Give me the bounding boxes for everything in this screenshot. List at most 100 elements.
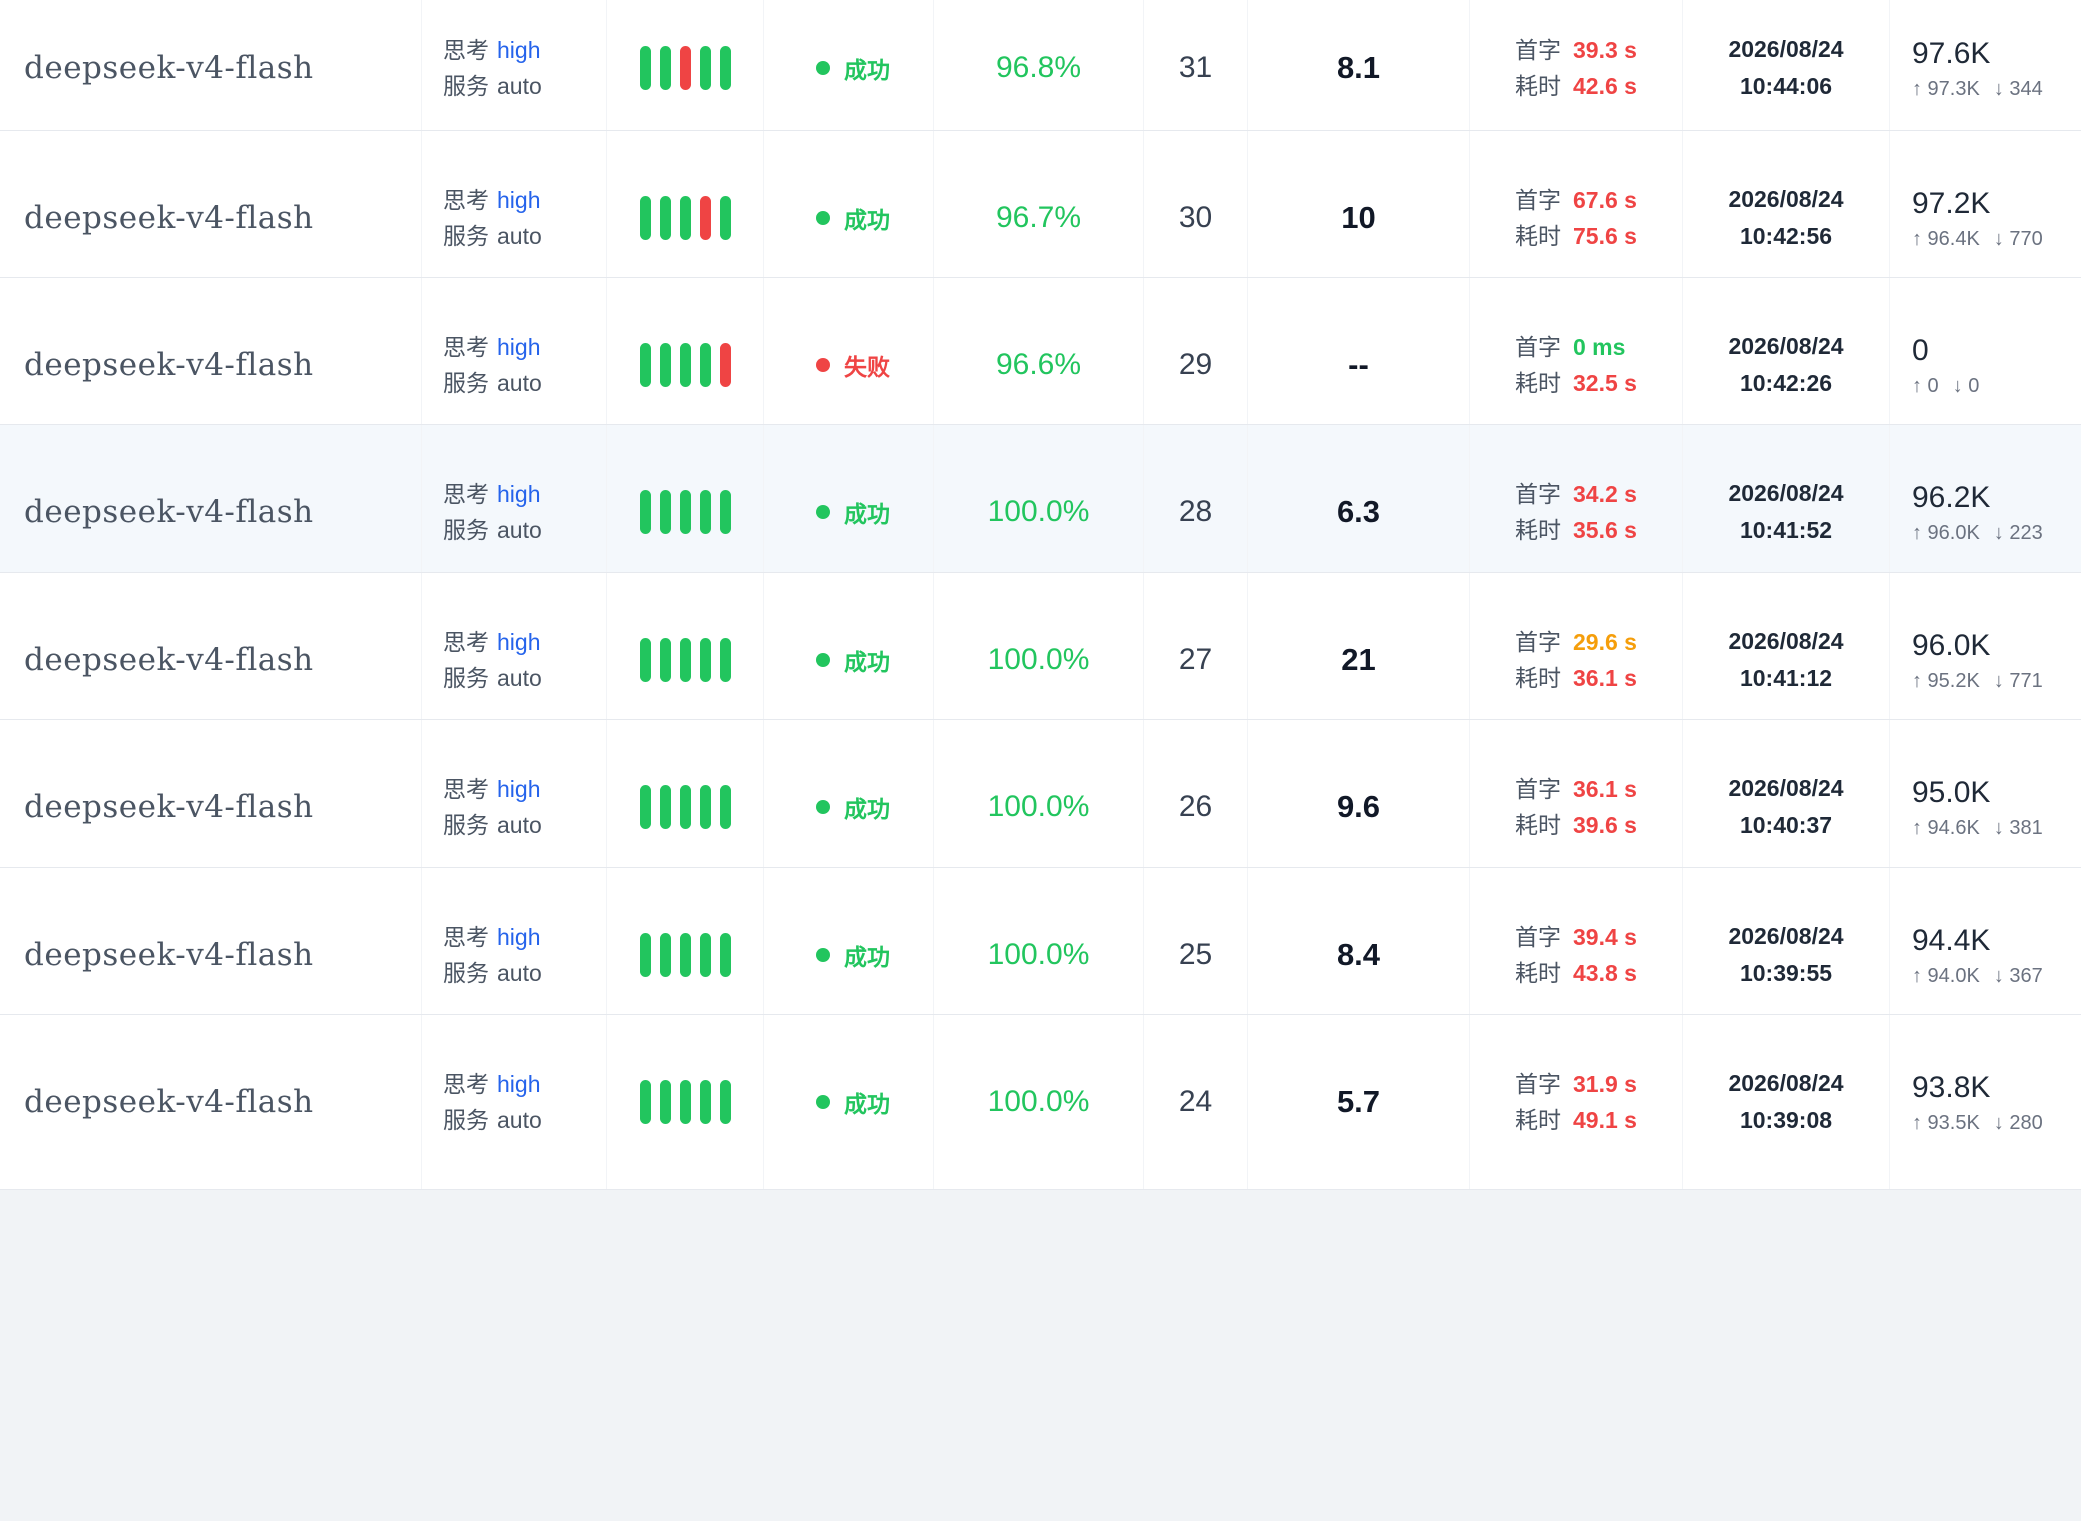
status-dot-icon xyxy=(816,948,830,962)
history-bar xyxy=(639,933,651,977)
history-bar xyxy=(659,638,671,682)
run-number: 24 xyxy=(1178,1085,1213,1118)
service-value: auto xyxy=(497,222,542,249)
status-dot-icon xyxy=(816,358,830,372)
history-bar xyxy=(639,490,651,534)
status-text: 成功 xyxy=(844,796,890,822)
score-value: 5.7 xyxy=(1336,1084,1381,1119)
status-badge: 成功 xyxy=(816,495,890,529)
history-bars xyxy=(639,490,731,534)
history-bar xyxy=(699,933,711,977)
duration-value: 39.6 s xyxy=(1573,811,1637,838)
think-label: 思考 xyxy=(443,628,489,655)
duration-label: 耗时 xyxy=(1515,222,1561,249)
table-row[interactable]: deepseek-v4-flash 思考 high 服务 auto 成功 100.0… xyxy=(0,1014,2081,1190)
time-value: 10:42:56 xyxy=(1739,223,1833,249)
status-dot-icon xyxy=(816,211,830,225)
duration-label: 耗时 xyxy=(1515,811,1561,838)
duration-value: 42.6 s xyxy=(1573,72,1637,99)
history-bar xyxy=(679,343,691,387)
status-text: 失败 xyxy=(844,354,890,380)
model-name: deepseek-v4-flash xyxy=(24,347,314,383)
status-text: 成功 xyxy=(844,944,890,970)
tokens-in: ↑ 95.2K xyxy=(1912,669,1980,692)
history-bar xyxy=(639,638,651,682)
model-name: deepseek-v4-flash xyxy=(24,50,314,86)
history-bar xyxy=(719,638,731,682)
success-rate: 96.7% xyxy=(995,201,1082,234)
tokens-out: ↓ 223 xyxy=(1993,521,2043,544)
history-bar xyxy=(659,785,671,829)
first-token-label: 首字 xyxy=(1515,333,1561,360)
history-bar xyxy=(719,46,731,90)
time-value: 10:40:37 xyxy=(1739,812,1833,838)
history-bar xyxy=(659,46,671,90)
tokens-total: 93.8K xyxy=(1912,1070,1991,1104)
tokens-in: ↑ 94.0K xyxy=(1912,964,1980,987)
status-dot-icon xyxy=(816,800,830,814)
status-badge: 成功 xyxy=(816,790,890,824)
date-value: 2026/08/24 xyxy=(1728,775,1844,801)
first-token-label: 首字 xyxy=(1515,1070,1561,1097)
service-value: auto xyxy=(497,72,542,99)
status-badge: 失败 xyxy=(816,348,890,382)
tokens-out: ↓ 0 xyxy=(1952,374,1980,397)
think-value: high xyxy=(497,333,541,360)
history-bars xyxy=(639,343,731,387)
history-bar xyxy=(699,490,711,534)
success-rate: 100.0% xyxy=(987,790,1090,823)
date-value: 2026/08/24 xyxy=(1728,628,1844,654)
service-value: auto xyxy=(497,959,542,986)
history-bar xyxy=(719,933,731,977)
history-bars xyxy=(639,933,731,977)
history-cell xyxy=(607,1015,764,1189)
status-text: 成功 xyxy=(844,649,890,675)
status-cell: 成功 xyxy=(764,1015,934,1189)
service-label: 服务 xyxy=(443,369,489,396)
history-bar xyxy=(639,343,651,387)
model-name: deepseek-v4-flash xyxy=(24,1084,314,1120)
history-bar xyxy=(659,1080,671,1124)
score-value: 9.6 xyxy=(1336,789,1381,824)
score-value: -- xyxy=(1348,347,1369,382)
history-bar xyxy=(679,638,691,682)
success-rate: 96.8% xyxy=(995,51,1082,84)
score-value: 10 xyxy=(1341,200,1376,235)
model-cell: deepseek-v4-flash xyxy=(0,1015,422,1189)
model-name: deepseek-v4-flash xyxy=(24,200,314,236)
first-token-label: 首字 xyxy=(1515,36,1561,63)
history-bar xyxy=(699,638,711,682)
tokens-out: ↓ 280 xyxy=(1993,1111,2043,1134)
model-name: deepseek-v4-flash xyxy=(24,494,314,530)
duration-value: 35.6 s xyxy=(1573,516,1637,543)
success-rate: 96.6% xyxy=(995,348,1082,381)
tokens-cell: 93.8K ↑ 93.5K ↓ 280 xyxy=(1890,1015,2081,1189)
success-rate: 100.0% xyxy=(987,1085,1090,1118)
duration-value: 36.1 s xyxy=(1573,664,1637,691)
date-value: 2026/08/24 xyxy=(1728,480,1844,506)
run-number: 31 xyxy=(1178,51,1213,84)
duration-value: 43.8 s xyxy=(1573,959,1637,986)
tokens-in: ↑ 93.5K xyxy=(1912,1111,1980,1134)
first-token-value: 0 ms xyxy=(1573,333,1626,360)
model-name: deepseek-v4-flash xyxy=(24,937,314,973)
score-value: 21 xyxy=(1341,642,1376,677)
tokens-total: 96.0K xyxy=(1912,628,1991,662)
think-value: high xyxy=(497,186,541,213)
history-bar xyxy=(719,785,731,829)
status-dot-icon xyxy=(816,1095,830,1109)
status-text: 成功 xyxy=(844,1091,890,1117)
think-value: high xyxy=(497,775,541,802)
tokens-in: ↑ 96.4K xyxy=(1912,227,1980,250)
think-label: 思考 xyxy=(443,186,489,213)
think-label: 思考 xyxy=(443,333,489,360)
service-value: auto xyxy=(497,664,542,691)
first-token-label: 首字 xyxy=(1515,775,1561,802)
first-token-label: 首字 xyxy=(1515,186,1561,213)
history-bar xyxy=(679,196,691,240)
date-value: 2026/08/24 xyxy=(1728,186,1844,212)
service-label: 服务 xyxy=(443,1106,489,1133)
first-token-value: 34.2 s xyxy=(1573,480,1637,507)
history-bar xyxy=(719,343,731,387)
status-badge: 成功 xyxy=(816,51,890,85)
